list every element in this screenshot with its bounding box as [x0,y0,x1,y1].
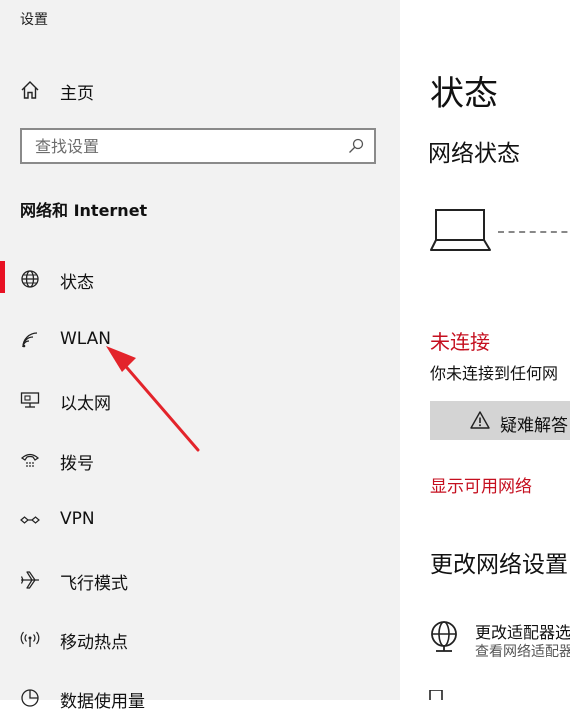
sidebar-item-label: 拨号 [60,454,94,474]
home-label: 主页 [60,84,94,104]
dialup-icon [21,453,39,467]
sidebar-item-dialup[interactable]: 拨号 [0,440,400,480]
wifi-icon [22,332,38,348]
sidebar-item-data-usage[interactable]: 数据使用量 [0,678,400,718]
selected-indicator [0,261,5,293]
data-usage-icon [21,689,39,707]
troubleshoot-button[interactable]: 疑难解答 [430,401,570,440]
network-status-heading: 网络状态 [428,141,520,167]
home-icon [21,81,39,99]
change-adapter-options[interactable]: 更改适配器选 查看网络适配器 [428,618,570,668]
show-available-networks-link[interactable]: 显示可用网络 [430,472,532,497]
sidebar-item-airplane-mode[interactable]: 飞行模式 [0,560,400,600]
sidebar-item-ethernet[interactable]: 以太网 [0,380,400,420]
sidebar-item-wlan[interactable]: WLAN [0,320,400,360]
vpn-icon [20,516,40,524]
laptop-icon [430,209,491,251]
sidebar-item-label: WLAN [60,329,112,349]
search-box[interactable] [20,128,376,164]
sidebar-home[interactable]: 主页 [20,78,94,104]
sharing-options-icon [429,690,443,700]
warning-icon [470,411,490,429]
sidebar-item-status[interactable]: 状态 [0,259,400,299]
sidebar-item-label: 飞行模式 [60,574,128,594]
main-content: 状态 网络状态 未连接 你未连接到任何网 疑难解答 显示可用网络 更改网络设置 … [400,0,570,700]
connection-line [498,231,570,233]
sidebar: 设置 主页 网络和 Internet 状态 [0,0,400,712]
ethernet-icon [20,392,40,408]
page-title: 状态 [430,74,498,114]
troubleshoot-label: 疑难解答 [500,416,568,436]
search-input[interactable] [35,136,335,156]
window-title: 设置 [20,12,48,28]
sidebar-item-label: 以太网 [60,394,111,414]
globe-icon [21,270,39,288]
globe-network-icon [431,621,457,652]
hotspot-icon [20,631,40,647]
section-title: 网络和 Internet [20,201,148,220]
adapter-description: 查看网络适配器 [475,644,570,660]
sidebar-item-label: VPN [60,509,95,529]
connection-description: 你未连接到任何网 [430,364,559,383]
airplane-icon [20,571,39,589]
sidebar-item-label: 状态 [60,273,94,293]
sidebar-item-mobile-hotspot[interactable]: 移动热点 [0,619,400,659]
sidebar-item-label: 移动热点 [60,633,128,653]
search-icon[interactable] [348,138,364,154]
sidebar-item-vpn[interactable]: VPN [0,500,400,540]
adapter-title: 更改适配器选 [475,623,570,642]
change-settings-heading: 更改网络设置 [430,552,568,578]
connection-state: 未连接 [430,330,490,354]
